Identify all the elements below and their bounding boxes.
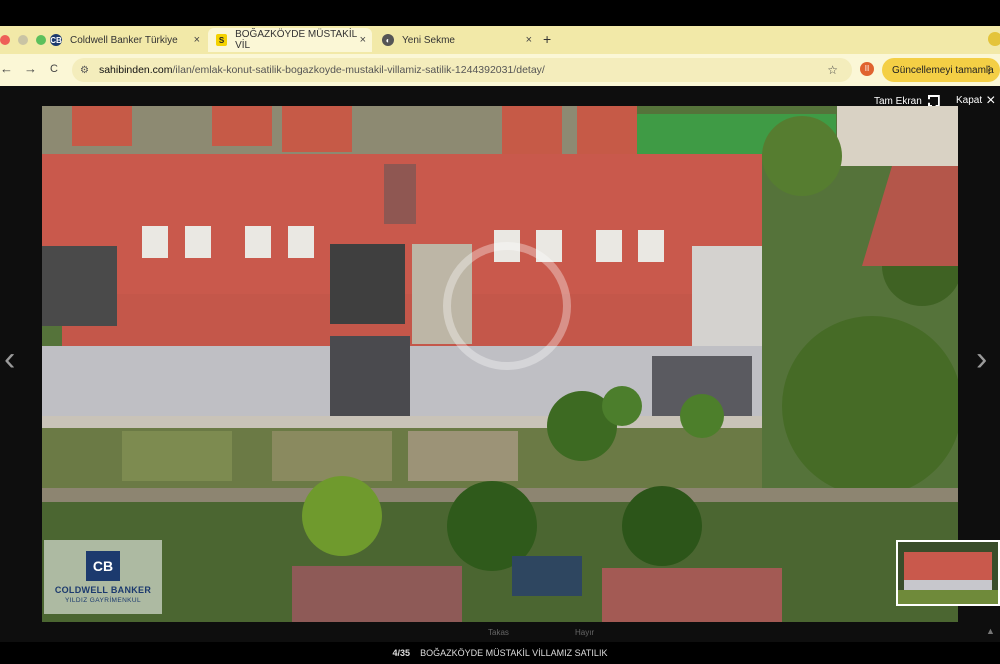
under-label-right: Hayır — [575, 628, 595, 637]
url-host: sahibinden.com — [98, 64, 173, 76]
close-window-icon[interactable] — [0, 35, 10, 45]
bookmark-star-icon[interactable]: ☆ — [827, 63, 838, 77]
coldwell-banker-watermark: CB COLDWELL BANKER YILDIZ GAYRİMENKUL — [44, 540, 162, 614]
close-icon: × — [986, 91, 996, 109]
fullscreen-label: Tam Ekran — [874, 95, 922, 107]
window-controls — [0, 35, 46, 45]
screen-top-strip — [0, 0, 1000, 26]
photo-caption: BOĞAZKÖYDE MÜSTAKİL VİLLAMIZ SATILIK — [420, 648, 608, 658]
update-button[interactable]: Güncellemeyi tamamla ⋮ — [882, 58, 1000, 82]
photo-thumbnail[interactable] — [896, 540, 1000, 606]
close-tab-icon[interactable]: × — [360, 34, 366, 46]
close-tab-icon[interactable]: × — [194, 34, 200, 46]
sahibinden-favicon-icon: S — [216, 34, 228, 46]
tab-label: BOĞAZKÖYDE MÜSTAKİL VİL — [235, 29, 357, 51]
scroll-up-icon[interactable]: ▲ — [986, 626, 995, 636]
tab-new[interactable]: ◐ Yeni Sekme × — [374, 28, 538, 52]
prev-photo-button[interactable]: ‹ — [4, 340, 15, 379]
site-info-icon[interactable]: ⚙ — [80, 65, 89, 76]
cb-monogram-logo: CB — [86, 550, 120, 581]
url-path: /ilan/emlak-konut-satilik-bogazkoyde-mus… — [172, 64, 545, 76]
watermark-brand: COLDWELL BANKER — [54, 584, 152, 595]
close-label: Kapat — [956, 95, 983, 106]
forward-button[interactable]: → — [24, 61, 37, 76]
tab-sahibinden[interactable]: S BOĞAZKÖYDE MÜSTAKİL VİL × — [208, 28, 372, 52]
next-photo-button[interactable]: › — [976, 340, 987, 379]
extension-icon[interactable]: II — [860, 62, 874, 76]
reload-button[interactable]: C — [50, 63, 58, 75]
thumbnail-image — [898, 542, 998, 604]
listing-photo — [42, 106, 958, 622]
tab-coldwell[interactable]: CB Coldwell Banker Türkiye × — [42, 28, 206, 52]
address-bar[interactable]: ⚙ sahibinden.com/ilan/emlak-konut-satili… — [72, 58, 852, 82]
close-tab-icon[interactable]: × — [526, 34, 532, 46]
watermark-office: YILDIZ GAYRİMENKUL — [64, 596, 142, 604]
photo-caption-bar: 4/35 BOĞAZKÖYDE MÜSTAKİL VİLLAMIZ SATILI… — [0, 642, 1000, 664]
coldwell-favicon-icon: CB — [50, 34, 62, 46]
back-button[interactable]: ← — [0, 61, 13, 76]
minimize-window-icon[interactable] — [18, 35, 28, 45]
chrome-favicon-icon: ◐ — [382, 34, 394, 46]
photo-counter: 4/35 — [392, 648, 411, 658]
under-label-left: Takas — [488, 628, 509, 637]
new-tab-button[interactable]: + — [543, 31, 551, 47]
aerial-house-image — [42, 106, 958, 622]
tab-label: Coldwell Banker Türkiye — [70, 34, 178, 46]
menu-dots-icon[interactable]: ⋮ — [984, 65, 994, 76]
update-label: Güncellemeyi tamamla — [892, 64, 994, 76]
close-viewer-button[interactable]: Kapat × — [956, 91, 996, 109]
profile-icon[interactable] — [988, 32, 1000, 46]
tab-label: Yeni Sekme — [402, 34, 455, 46]
